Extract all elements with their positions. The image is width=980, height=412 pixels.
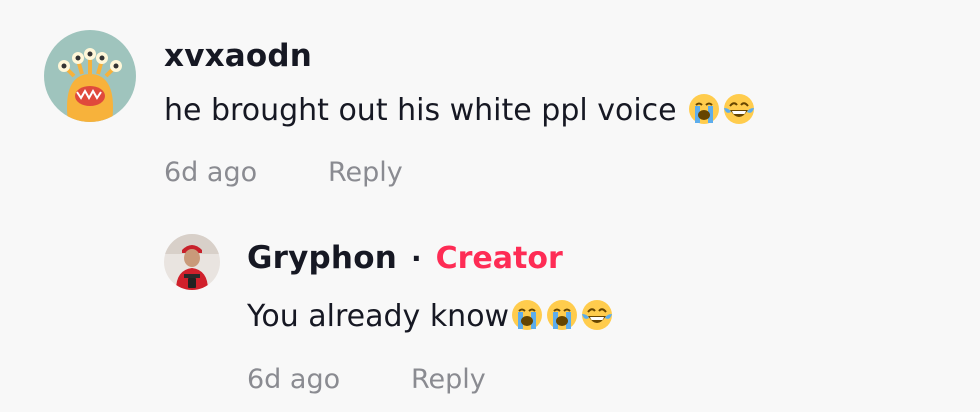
creator-badge: Creator (435, 240, 563, 276)
loudly-crying-face-icon (510, 298, 544, 332)
loudly-crying-face-icon (545, 298, 579, 332)
creator-avatar[interactable] (164, 234, 220, 290)
creator-username[interactable]: Gryphon (247, 240, 397, 276)
separator-dot: · (410, 241, 422, 275)
reply-button[interactable]: Reply (328, 157, 403, 188)
reply-button[interactable]: Reply (411, 364, 486, 395)
commenter-username[interactable]: xvxaodn (164, 38, 312, 74)
comment-text-content: he brought out his white ppl voice (164, 93, 677, 128)
face-with-tears-of-joy-icon (722, 92, 756, 126)
reply-header: Gryphon · Creator (247, 240, 563, 276)
reply-text: You already know (247, 298, 614, 334)
loudly-crying-face-icon (687, 92, 721, 126)
comment-timestamp: 6d ago (164, 157, 258, 188)
comment-text: he brought out his white ppl voice (164, 92, 756, 128)
alien-monster-avatar-icon (44, 30, 136, 122)
reply-text-content: You already know (247, 299, 510, 334)
profile-photo-avatar-icon (164, 234, 220, 290)
face-with-tears-of-joy-icon (580, 298, 614, 332)
commenter-avatar[interactable] (44, 30, 136, 122)
reply-timestamp: 6d ago (247, 364, 341, 395)
